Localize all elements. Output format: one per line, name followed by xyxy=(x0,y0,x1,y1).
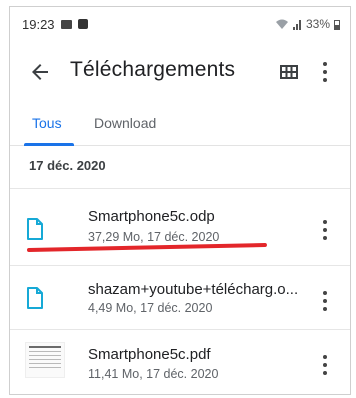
file-name: shazam+youtube+télécharg.o... xyxy=(88,281,299,298)
tab-download[interactable]: Download xyxy=(94,115,156,131)
active-tab-indicator xyxy=(24,143,74,146)
divider xyxy=(10,188,350,189)
more-options-icon[interactable] xyxy=(319,59,331,88)
file-meta: 37,29 Mo, 17 déc. 2020 xyxy=(88,230,220,244)
status-time: 19:23 xyxy=(22,16,55,32)
app-bar: Téléchargements xyxy=(10,45,350,101)
status-bar: 19:23 33% xyxy=(10,7,350,41)
row-more-options-icon[interactable] xyxy=(319,217,331,244)
battery-icon xyxy=(334,19,340,30)
tab-bar: Tous Download xyxy=(10,105,350,146)
phone-screen: 19:23 33% Téléchargements Tous Download … xyxy=(9,6,351,395)
file-row[interactable]: Smartphone5c.pdf 11,41 Mo, 17 déc. 2020 xyxy=(10,330,350,394)
file-row[interactable]: shazam+youtube+télécharg.o... 4,49 Mo, 1… xyxy=(10,266,350,330)
file-name: Smartphone5c.pdf xyxy=(88,346,211,363)
signal-icon xyxy=(292,19,301,30)
back-arrow-icon[interactable] xyxy=(28,60,52,84)
app-notification-icon xyxy=(77,19,88,29)
date-group-header: 17 déc. 2020 xyxy=(29,158,106,173)
row-more-options-icon[interactable] xyxy=(319,288,331,315)
row-more-options-icon[interactable] xyxy=(319,352,331,379)
file-meta: 11,41 Mo, 17 déc. 2020 xyxy=(88,367,219,381)
page-title: Téléchargements xyxy=(70,58,236,81)
file-row[interactable]: Smartphone5c.odp 37,29 Mo, 17 déc. 2020 xyxy=(10,197,350,261)
file-name: Smartphone5c.odp xyxy=(88,208,215,225)
pdf-thumbnail xyxy=(25,342,65,378)
gallery-notification-icon xyxy=(60,19,72,29)
document-icon xyxy=(27,287,43,309)
file-meta: 4,49 Mo, 17 déc. 2020 xyxy=(88,301,213,315)
wifi-icon xyxy=(275,19,288,29)
document-icon xyxy=(27,218,43,240)
grid-view-icon[interactable] xyxy=(278,61,300,83)
battery-percent: 33% xyxy=(305,17,330,31)
tab-all[interactable]: Tous xyxy=(32,115,62,131)
